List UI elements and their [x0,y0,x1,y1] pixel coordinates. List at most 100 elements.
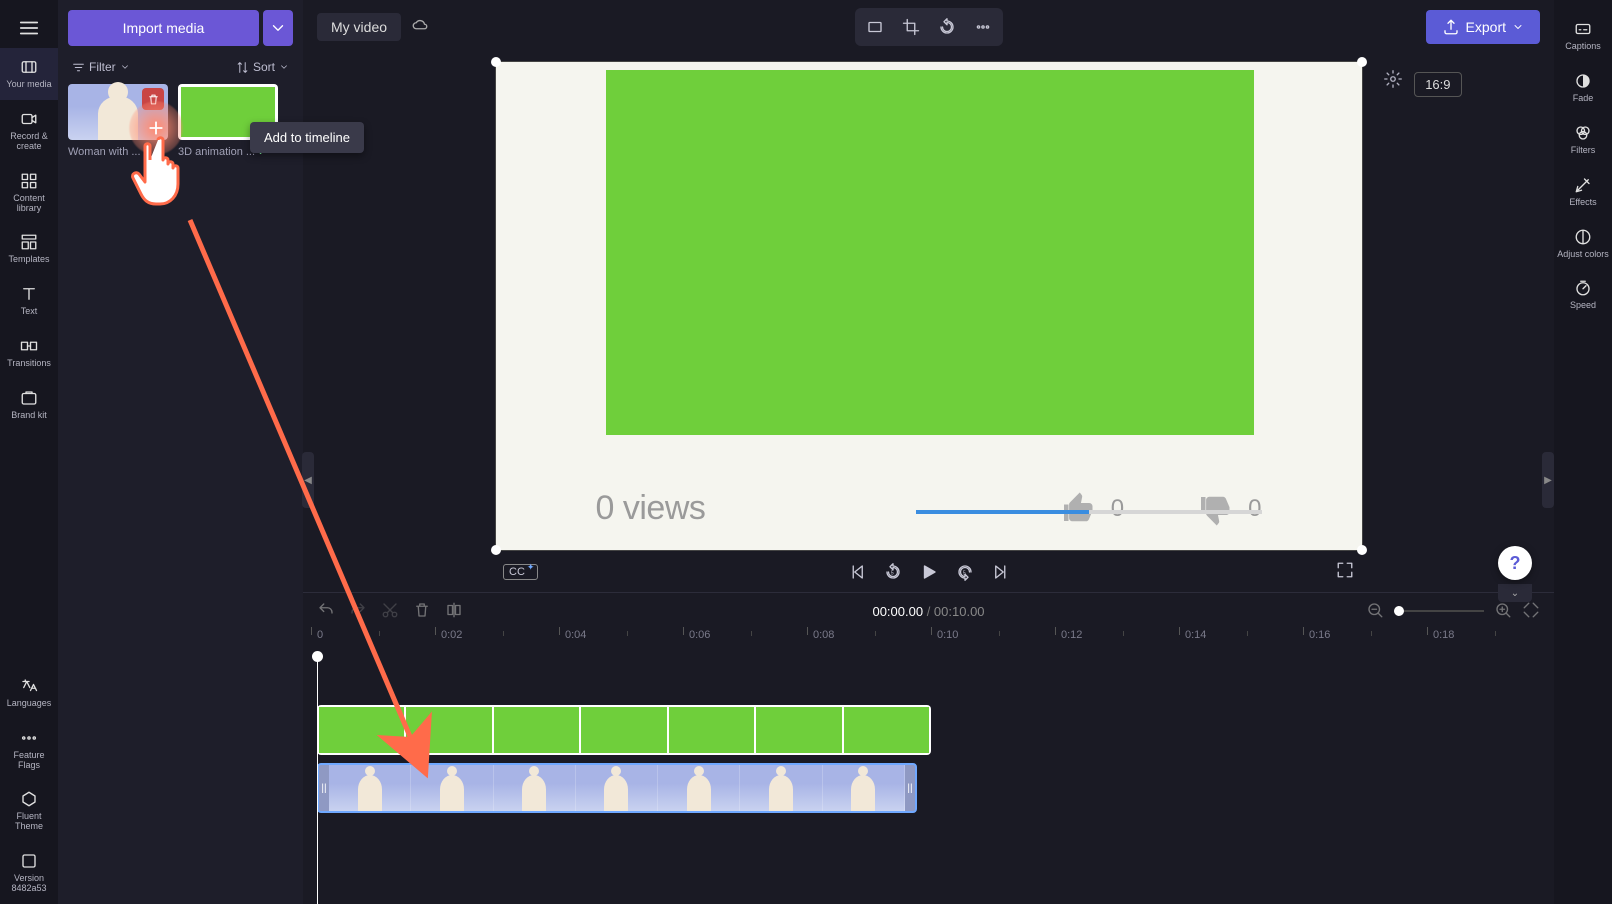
ruler-tick: 0:12 [1061,629,1082,641]
zoom-fit-icon[interactable] [1522,601,1540,622]
sidebar-speed[interactable]: Speed [1554,269,1612,321]
sidebar-captions[interactable]: Captions [1554,10,1612,62]
add-to-timeline-tooltip: Add to timeline [250,122,364,153]
sidebar-transitions[interactable]: Transitions [0,327,58,379]
import-dropdown[interactable] [263,10,293,46]
project-title[interactable]: My video [317,13,401,41]
sidebar-feature-flags[interactable]: Feature Flags [0,719,58,781]
sidebar-record-create[interactable]: Record & create [0,100,58,162]
menu-icon[interactable] [9,8,49,48]
topbar: My video Export [303,0,1554,54]
timeline-tracks[interactable]: || || [303,655,1554,904]
settings-icon[interactable] [1384,70,1402,93]
sidebar-brand-kit[interactable]: Brand kit [0,379,58,431]
total-time: 00:10.00 [934,604,985,619]
clip-woman-video[interactable]: || || [317,763,917,813]
timeline: 00:00.00 / 00:10.00 00:020:040:060:080:1… [303,592,1554,904]
sort-control[interactable]: Sort [236,60,289,74]
preview-area: 0 views 0 0 16:9 [303,54,1554,552]
sidebar-label: Templates [8,255,49,265]
export-button[interactable]: Export [1426,10,1540,44]
cloud-sync-icon[interactable] [411,16,429,39]
zoom-in-icon[interactable] [1494,601,1512,622]
timeline-ruler[interactable]: 00:020:040:060:080:100:120:140:160:18 [317,629,1554,655]
aspect-ratio-badge[interactable]: 16:9 [1414,72,1461,97]
dislike-count: 0 [1248,495,1261,523]
cut-icon[interactable] [381,601,399,622]
fit-icon[interactable] [860,13,890,41]
cc-icon[interactable]: CC [503,564,538,580]
left-sidebar: Your media Record & create Content libra… [0,0,58,904]
help-dropdown[interactable]: ⌄ [1498,584,1532,602]
filter-control[interactable]: Filter [72,60,130,74]
sidebar-label: Fade [1573,94,1594,104]
video-stats: 0 views 0 0 [596,489,1262,528]
import-media-button[interactable]: Import media [68,10,259,46]
redo-icon[interactable] [349,601,367,622]
zoom-slider[interactable] [1394,610,1484,612]
sidebar-label: Feature Flags [2,751,56,771]
hand-cursor-icon [130,130,200,210]
rotate-icon[interactable] [932,13,962,41]
sidebar-label: Transitions [7,359,51,369]
sidebar-languages[interactable]: Languages [0,667,58,719]
rewind-icon[interactable]: 5 [884,563,902,581]
main-area: My video Export [303,0,1554,904]
collapse-panel-left[interactable]: ◀ [302,452,314,508]
preview-canvas[interactable]: 0 views 0 0 16:9 [496,62,1362,550]
sort-label: Sort [253,60,275,74]
sidebar-adjust-colors[interactable]: Adjust colors [1554,218,1612,270]
help-button[interactable]: ? [1498,546,1532,580]
sidebar-label: Text [21,307,38,317]
ruler-tick: 0:04 [565,629,586,641]
sidebar-text[interactable]: Text [0,275,58,327]
sidebar-label: Content library [2,194,56,214]
playback-controls: CC 5 5 [303,552,1554,592]
undo-icon[interactable] [317,601,335,622]
ruler-tick: 0:02 [441,629,462,641]
sidebar-label: Your media [6,80,51,90]
collapse-panel-right[interactable]: ▶ [1542,452,1554,508]
sidebar-content-library[interactable]: Content library [0,162,58,224]
sidebar-label: Fluent Theme [2,812,56,832]
sidebar-version[interactable]: Version 8482a53 [0,842,58,904]
skip-back-icon[interactable] [848,563,866,581]
clip-green-screen[interactable] [317,705,931,755]
ruler-tick: 0 [317,629,323,641]
svg-text:5: 5 [962,570,965,576]
fullscreen-icon[interactable] [1336,561,1354,584]
sidebar-label: Effects [1569,198,1596,208]
resize-handle[interactable] [491,57,501,67]
sidebar-filters[interactable]: Filters [1554,114,1612,166]
trash-icon[interactable] [413,601,431,622]
current-time: 00:00.00 [872,604,923,619]
canvas-tools [855,8,1003,46]
sidebar-label: Captions [1565,42,1601,52]
sidebar-your-media[interactable]: Your media [0,48,58,100]
ruler-tick: 0:18 [1433,629,1454,641]
sidebar-effects[interactable]: Effects [1554,166,1612,218]
sidebar-fluent-theme[interactable]: Fluent Theme [0,780,58,842]
clip-handle-right[interactable]: || [905,765,915,811]
svg-text:5: 5 [890,570,893,576]
clip-handle-left[interactable]: || [319,765,329,811]
zoom-out-icon[interactable] [1366,601,1384,622]
ruler-tick: 0:16 [1309,629,1330,641]
sidebar-templates[interactable]: Templates [0,223,58,275]
sidebar-fade[interactable]: Fade [1554,62,1612,114]
green-screen-content [606,70,1254,435]
split-icon[interactable] [445,601,463,622]
thumbs-down-icon [1198,491,1234,527]
play-icon[interactable] [920,563,938,581]
playhead[interactable] [317,655,318,904]
more-icon[interactable] [968,13,998,41]
crop-icon[interactable] [896,13,926,41]
timeline-timecode: 00:00.00 / 00:10.00 [872,604,984,619]
sidebar-label: Languages [7,699,52,709]
right-sidebar: Captions Fade Filters Effects Adjust col… [1554,0,1612,904]
resize-handle[interactable] [1357,57,1367,67]
forward-icon[interactable]: 5 [956,563,974,581]
skip-forward-icon[interactable] [992,563,1010,581]
thumbs-up-icon [1061,491,1097,527]
sidebar-label: Version 8482a53 [2,874,56,894]
